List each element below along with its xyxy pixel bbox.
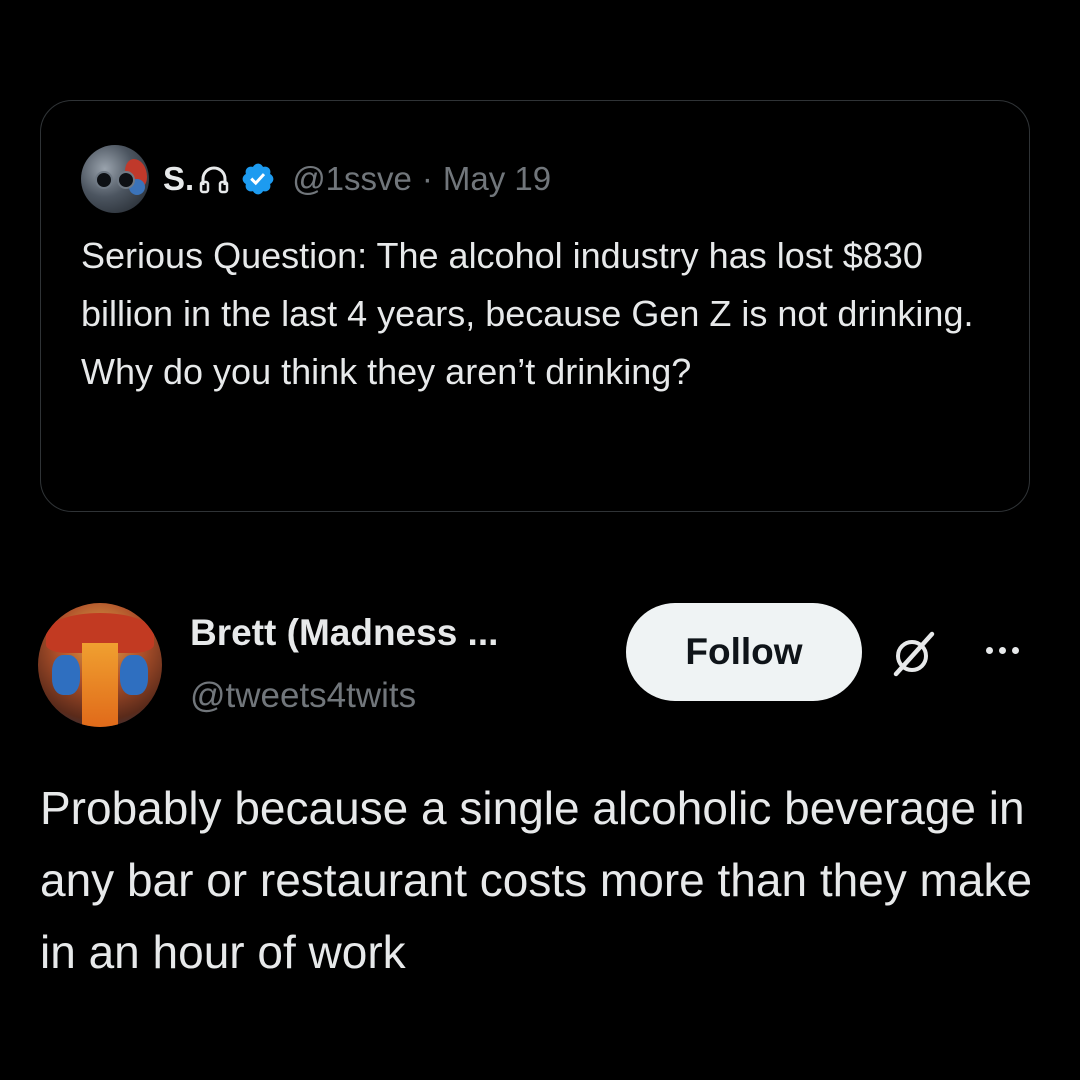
quoted-author-avatar[interactable]: [81, 145, 149, 213]
separator-dot: ·: [421, 160, 433, 197]
quoted-tweet-card[interactable]: S. @1ssve · May 19 Serious Question: The…: [40, 100, 1030, 512]
quoted-tweet-text: Serious Question: The alcohol industry h…: [81, 235, 974, 392]
reply-author-name[interactable]: Brett (Madness ...: [190, 612, 498, 654]
quoted-tweet-header: S. @1ssve · May 19: [81, 139, 551, 219]
quoted-author-handle[interactable]: @1ssve: [292, 160, 412, 198]
more-options-icon[interactable]: [974, 630, 1030, 670]
reply-author-handle[interactable]: @tweets4twits: [190, 676, 416, 716]
reply-tweet-text: Probably because a single alcoholic beve…: [40, 782, 1033, 978]
quoted-tweet-date[interactable]: May 19: [443, 160, 551, 198]
grok-icon[interactable]: [888, 628, 940, 680]
verified-badge-icon: [240, 161, 276, 197]
headphones-icon: [198, 163, 230, 195]
follow-button[interactable]: Follow: [626, 603, 862, 701]
reply-author-avatar[interactable]: [38, 603, 162, 727]
quoted-author-name[interactable]: S.: [163, 160, 194, 198]
